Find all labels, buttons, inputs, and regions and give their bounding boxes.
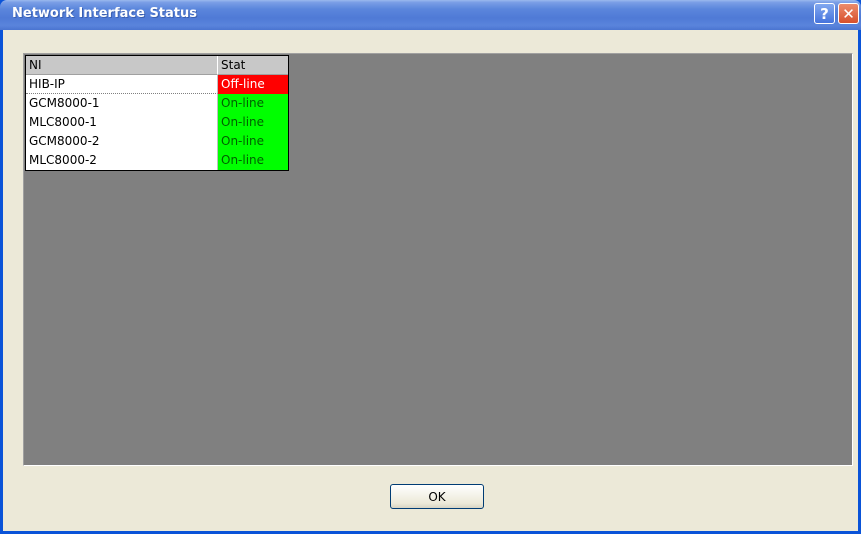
ni-cell[interactable]: HIB-IP	[26, 75, 218, 94]
window-title: Network Interface Status	[12, 6, 198, 21]
dialog-client-area: NI Stat HIB-IP Off-line GCM8000-1 On-lin…	[3, 30, 858, 531]
grid-header-row: NI Stat	[26, 56, 288, 75]
ni-cell[interactable]: GCM8000-2	[26, 132, 218, 151]
status-cell[interactable]: On-line	[218, 94, 288, 113]
ok-button-label: OK	[428, 489, 446, 504]
status-cell[interactable]: Off-line	[218, 75, 288, 94]
status-cell[interactable]: On-line	[218, 113, 288, 132]
status-panel: NI Stat HIB-IP Off-line GCM8000-1 On-lin…	[23, 53, 853, 466]
ni-cell[interactable]: MLC8000-1	[26, 113, 218, 132]
table-row[interactable]: GCM8000-1 On-line	[26, 94, 288, 113]
table-row[interactable]: MLC8000-2 On-line	[26, 151, 288, 170]
ni-cell[interactable]: GCM8000-1	[26, 94, 218, 113]
help-icon: ?	[820, 4, 829, 23]
table-row[interactable]: GCM8000-2 On-line	[26, 132, 288, 151]
dialog-window: Network Interface Status ? ✕ NI Stat HIB…	[0, 0, 861, 534]
title-bar[interactable]: Network Interface Status ? ✕	[0, 0, 861, 30]
help-button[interactable]: ?	[814, 3, 835, 24]
column-header-ni[interactable]: NI	[26, 56, 218, 75]
column-header-stat[interactable]: Stat	[218, 56, 288, 75]
close-icon: ✕	[842, 4, 855, 23]
table-row[interactable]: MLC8000-1 On-line	[26, 113, 288, 132]
ni-cell[interactable]: MLC8000-2	[26, 151, 218, 170]
status-cell[interactable]: On-line	[218, 151, 288, 170]
status-cell[interactable]: On-line	[218, 132, 288, 151]
ok-button[interactable]: OK	[390, 484, 484, 509]
table-row[interactable]: HIB-IP Off-line	[26, 75, 288, 94]
close-button[interactable]: ✕	[838, 3, 859, 24]
ni-status-grid[interactable]: NI Stat HIB-IP Off-line GCM8000-1 On-lin…	[25, 55, 289, 171]
